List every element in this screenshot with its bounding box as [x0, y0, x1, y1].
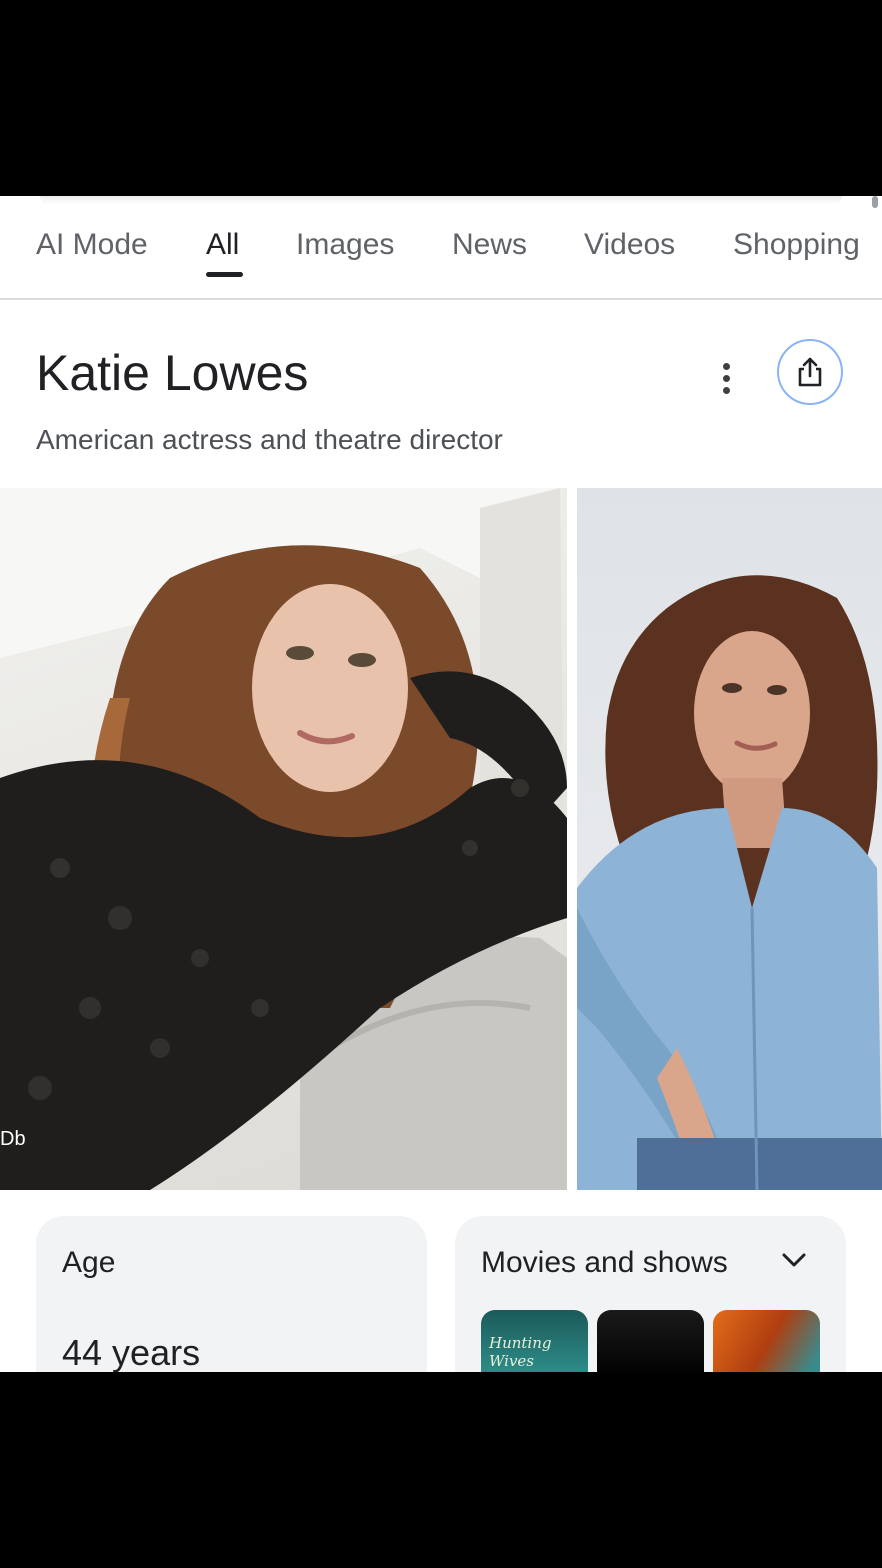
chevron-down-icon[interactable] [781, 1250, 807, 1270]
age-card[interactable]: Age 44 years [36, 1216, 427, 1372]
more-vert-icon [722, 362, 730, 370]
entity-photo-1[interactable]: Db [0, 488, 567, 1190]
tab-news[interactable]: News [452, 228, 527, 262]
movie-thumbnail-title: Hunting Wives [489, 1334, 552, 1370]
movies-and-shows-card[interactable]: Movies and shows Hunting Wives [455, 1216, 846, 1372]
movie-thumbnail-1[interactable]: Hunting Wives [481, 1310, 588, 1372]
entity-photo-2[interactable] [577, 488, 882, 1190]
tab-ai-mode[interactable]: AI Mode [36, 228, 148, 262]
more-options-button[interactable] [708, 356, 744, 400]
movies-label: Movies and shows [481, 1246, 728, 1279]
tab-videos[interactable]: Videos [584, 228, 675, 262]
movie-thumbnail-3[interactable] [713, 1310, 820, 1372]
age-value: 44 years [62, 1332, 201, 1372]
age-label: Age [62, 1246, 116, 1279]
search-results-screen: AI Mode All Images News Videos Shopping … [0, 196, 882, 1372]
movie-thumbnail-2[interactable] [597, 1310, 704, 1372]
entity-description: American actress and theatre director [36, 424, 503, 455]
share-icon [798, 357, 822, 387]
photo-woman-denim-shirt [577, 575, 882, 1190]
search-tabs: AI Mode All Images News Videos Shopping [0, 196, 882, 300]
photo-woman-black-lace [0, 488, 567, 1190]
share-button[interactable] [777, 339, 843, 405]
photo-credit-text: Db [0, 1128, 26, 1150]
tab-shopping[interactable]: Shopping [733, 228, 860, 262]
active-tab-indicator [206, 272, 243, 277]
tab-images[interactable]: Images [296, 228, 394, 262]
entity-title: Katie Lowes [36, 345, 309, 401]
tab-all[interactable]: All [206, 228, 239, 262]
